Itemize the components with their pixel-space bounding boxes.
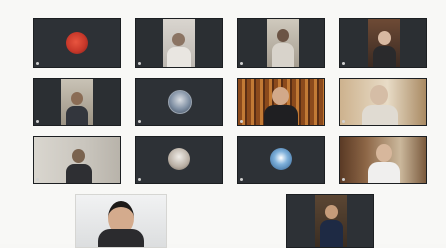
participant-tile[interactable] xyxy=(339,18,427,68)
mic-icon xyxy=(240,62,243,65)
mic-icon xyxy=(138,120,141,123)
participant-tile[interactable] xyxy=(339,136,427,184)
participant-tile[interactable] xyxy=(135,78,223,126)
participant-figure xyxy=(272,87,289,105)
participant-avatar xyxy=(168,90,192,114)
participant-body xyxy=(362,105,398,125)
participant-body xyxy=(98,229,144,247)
mic-icon xyxy=(138,62,141,65)
video-grid xyxy=(0,0,446,248)
mic-icon xyxy=(240,178,243,181)
participant-figure xyxy=(376,144,392,162)
participant-body xyxy=(66,106,88,125)
participant-tile[interactable] xyxy=(75,194,167,248)
participant-avatar xyxy=(66,32,88,54)
participant-figure xyxy=(378,31,391,45)
participant-tile[interactable] xyxy=(135,18,223,68)
participant-figure xyxy=(370,85,388,105)
participant-figure xyxy=(71,92,83,105)
participant-figure xyxy=(277,29,289,42)
participant-avatar xyxy=(270,148,292,170)
participant-tile[interactable] xyxy=(135,136,223,184)
mic-icon xyxy=(36,178,39,181)
participant-tile[interactable] xyxy=(339,78,427,126)
participant-tile[interactable] xyxy=(33,136,121,184)
mic-icon xyxy=(342,178,345,181)
mic-icon xyxy=(36,120,39,123)
participant-figure xyxy=(72,149,85,163)
participant-figure xyxy=(325,205,338,219)
participant-body xyxy=(167,47,191,67)
mic-icon xyxy=(138,178,141,181)
participant-body xyxy=(373,46,396,67)
participant-body xyxy=(66,164,92,183)
mic-icon xyxy=(342,120,345,123)
participant-tile[interactable] xyxy=(33,18,121,68)
mic-icon xyxy=(342,62,345,65)
mic-icon xyxy=(36,62,39,65)
participant-avatar xyxy=(168,148,190,170)
participant-body xyxy=(272,43,294,67)
participant-figure xyxy=(172,33,185,46)
participant-body xyxy=(368,162,400,183)
participant-tile[interactable] xyxy=(33,78,121,126)
participant-tile[interactable] xyxy=(237,136,325,184)
participant-body xyxy=(320,220,343,247)
participant-tile[interactable] xyxy=(237,18,325,68)
participant-body xyxy=(264,105,298,125)
mic-icon xyxy=(240,120,243,123)
participant-tile[interactable] xyxy=(237,78,325,126)
participant-tile[interactable] xyxy=(286,194,374,248)
